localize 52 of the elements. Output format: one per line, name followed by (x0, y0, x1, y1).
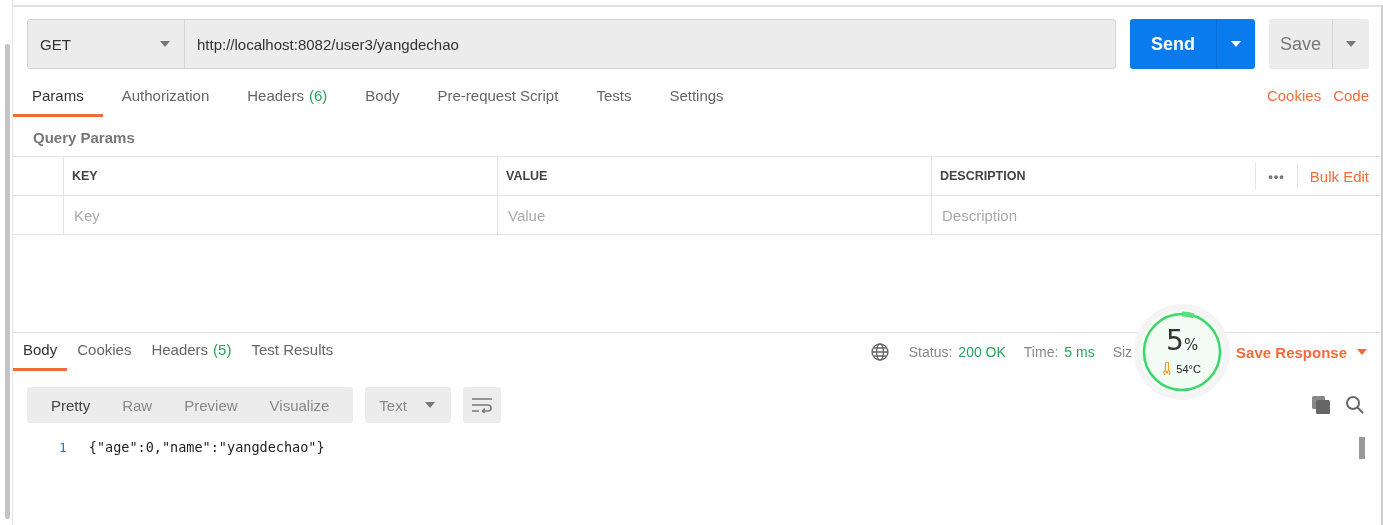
meta-label: Time: (1023, 344, 1059, 360)
request-tab[interactable]: Settings (650, 79, 743, 117)
globe-icon[interactable] (870, 343, 889, 361)
meta-value: 5 ms (1064, 344, 1095, 360)
response-tab[interactable]: Cookies (67, 333, 142, 371)
request-tab[interactable]: Params (13, 79, 103, 117)
section-title: Query Params (32, 128, 136, 148)
request-tab[interactable]: Tests (577, 79, 651, 117)
line-number: 1 (59, 439, 67, 455)
more-options-button[interactable]: ••• (1255, 163, 1298, 189)
response-tab[interactable]: Headers (5) (141, 333, 242, 371)
meta-label: Siz (1112, 344, 1133, 360)
wrap-lines-button[interactable] (462, 387, 501, 423)
caret-icon (424, 402, 435, 408)
caret-icon (1357, 349, 1367, 355)
request-tab[interactable]: Headers (6) (228, 79, 347, 117)
caret-icon (160, 41, 170, 47)
view-mode-button[interactable]: Visualize (253, 387, 346, 423)
response-tab[interactable]: Body (13, 333, 68, 371)
request-tab[interactable]: Body (346, 79, 419, 117)
wrap-icon (470, 397, 493, 413)
view-mode-button[interactable]: Preview (168, 387, 254, 423)
cpu-percent: 5% (1165, 324, 1200, 357)
save-response-button[interactable]: Save Response (1236, 343, 1381, 361)
scrollbar[interactable] (5, 44, 10, 519)
send-button[interactable]: Send (1130, 19, 1255, 69)
meta-label: Status: (908, 344, 953, 360)
response-tab[interactable]: Test Results (241, 333, 344, 371)
bulk-edit-link[interactable]: Bulk Edit (1297, 167, 1369, 185)
caret-icon (1231, 41, 1241, 47)
column-header: VALUE (506, 169, 548, 183)
save-button[interactable]: Save (1269, 19, 1369, 69)
view-mode-button[interactable]: Pretty (35, 387, 107, 423)
code-line: {"age":0,"name":"yangdechao"} (88, 439, 325, 455)
column-header: DESCRIPTION (940, 169, 1026, 183)
request-tab[interactable]: Authorization (102, 79, 229, 117)
format-dropdown[interactable]: Text (365, 387, 451, 423)
column-header: KEY (72, 169, 98, 183)
url-input[interactable]: http://localhost:8082/user3/yangdechao (185, 20, 1115, 68)
method-dropdown[interactable]: GET (28, 20, 185, 68)
scrollbar[interactable] (1359, 437, 1365, 459)
request-tab[interactable]: Pre-request Script (418, 79, 578, 117)
copy-icon[interactable] (1311, 395, 1331, 415)
meta-value: 200 OK (958, 344, 1006, 360)
header-link[interactable]: Code (1333, 79, 1381, 117)
thermometer-icon (1163, 362, 1172, 375)
search-icon[interactable] (1345, 395, 1365, 415)
request-url-field[interactable]: GET http://localhost:8082/user3/yangdechao (27, 19, 1116, 69)
header-link[interactable]: Cookies (1266, 79, 1334, 117)
temperature-label: 54°C (1176, 362, 1201, 375)
view-mode-button[interactable]: Raw (106, 387, 169, 423)
caret-icon (1346, 41, 1356, 47)
